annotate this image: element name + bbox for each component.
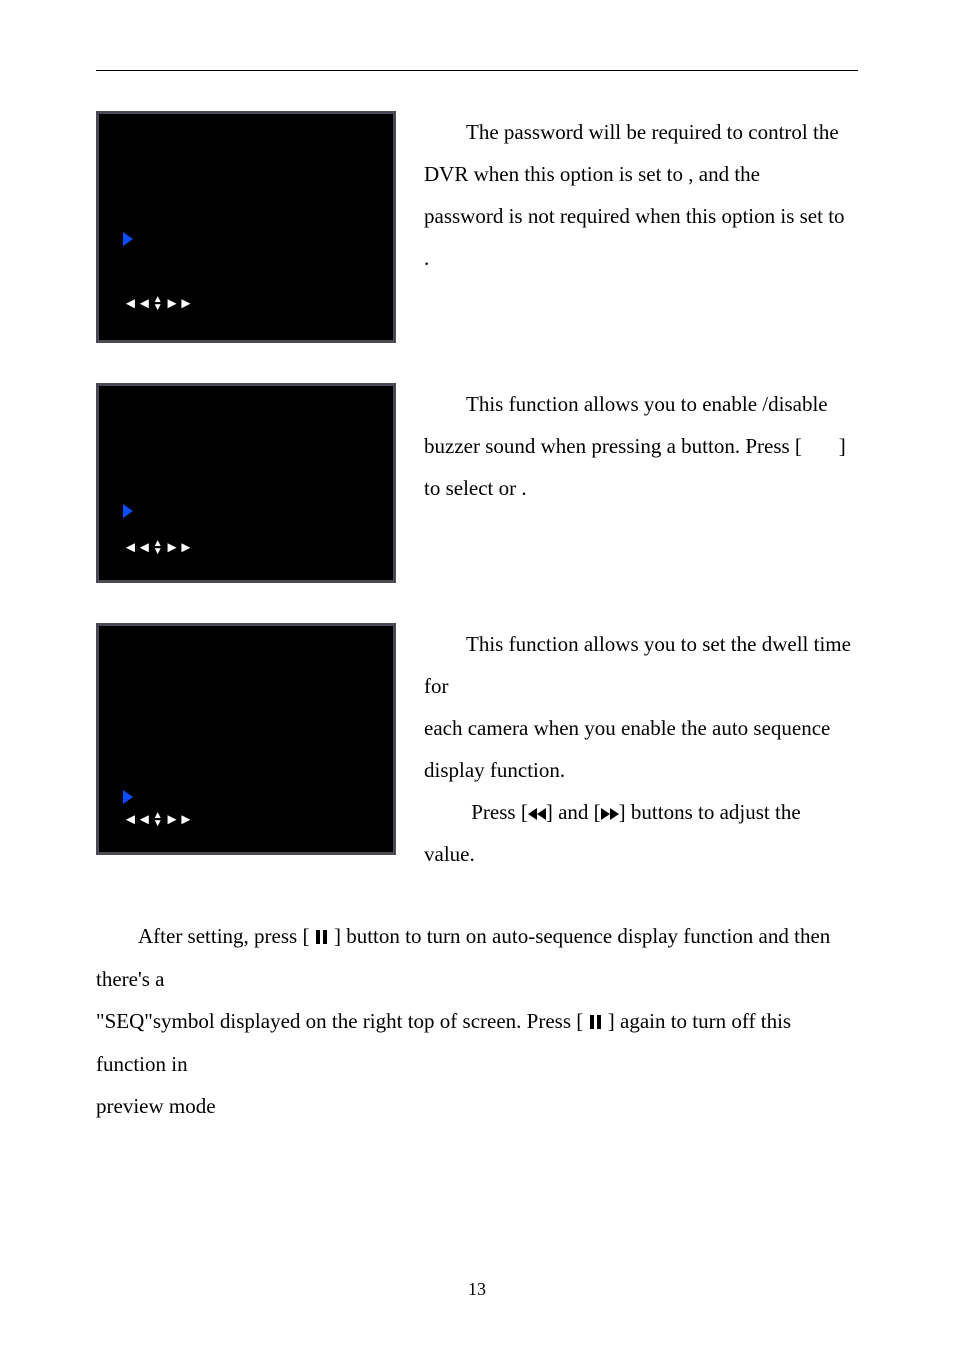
section-buzzer: ◄◄ ▲ ▼ ►► This function allows you to en… (96, 383, 858, 583)
text: buzzer sound when pressing a button. Pre… (424, 434, 802, 458)
down-icon: ▼ (153, 820, 163, 828)
dvr-screen-dwell: ◄◄ ▲ ▼ ►► (96, 623, 396, 855)
page-number: 13 (0, 1279, 954, 1300)
forward-icon: ►► (165, 541, 193, 555)
nav-widget: ◄◄ ▲ ▼ ►► (123, 540, 192, 556)
text: each camera when you enable the auto seq… (424, 707, 858, 749)
rewind-icon (537, 808, 546, 820)
cursor-arrow-icon (123, 790, 133, 809)
text: preview mode (96, 1085, 858, 1127)
keylock-description: The password will be required to control… (396, 111, 858, 279)
buzzer-description: This function allows you to enable /disa… (396, 383, 858, 509)
text: ] and [ (546, 800, 601, 824)
text: DVR when this option is set to , and the (424, 153, 858, 195)
text: . (424, 237, 858, 279)
pause-icon (315, 916, 329, 958)
forward-icon (610, 808, 619, 820)
nav-widget: ◄◄ ▲ ▼ ►► (123, 812, 192, 828)
text: This function allows you to enable /disa… (424, 383, 858, 425)
text: After setting, press [ (138, 924, 315, 948)
text: ] (839, 434, 846, 458)
forward-icon: ►► (165, 813, 193, 827)
text: This function allows you to set the dwel… (424, 623, 858, 707)
top-rule (96, 70, 858, 71)
pause-icon (589, 1001, 603, 1043)
rewind-icon: ◄◄ (123, 813, 151, 827)
text: "SEQ"symbol displayed on the right top o… (96, 1009, 589, 1033)
dvr-screen-keylock: ◄◄ ▲ ▼ ►► (96, 111, 396, 343)
text: The password will be required to control… (424, 111, 858, 153)
rewind-icon: ◄◄ (123, 297, 151, 311)
forward-icon: ►► (165, 297, 193, 311)
rewind-icon (528, 808, 537, 820)
text: password is not required when this optio… (424, 195, 858, 237)
section-keylock: ◄◄ ▲ ▼ ►► The password will be required … (96, 111, 858, 343)
text: ] buttons to adjust the (619, 800, 801, 824)
nav-widget: ◄◄ ▲ ▼ ►► (123, 296, 192, 312)
forward-icon (601, 808, 610, 820)
text: value. (424, 833, 858, 875)
cursor-arrow-icon (123, 232, 133, 251)
bottom-paragraph: After setting, press [ ] button to turn … (96, 915, 858, 1127)
dvr-screen-buzzer: ◄◄ ▲ ▼ ►► (96, 383, 396, 583)
blank-space (807, 434, 833, 458)
text: to select or . (424, 467, 858, 509)
down-icon: ▼ (153, 304, 163, 312)
text: display function. (424, 749, 858, 791)
section-dwell: ◄◄ ▲ ▼ ►► This function allows you to se… (96, 623, 858, 875)
down-icon: ▼ (153, 548, 163, 556)
page: ◄◄ ▲ ▼ ►► The password will be required … (0, 0, 954, 1350)
text: Press [ (471, 800, 528, 824)
rewind-icon: ◄◄ (123, 541, 151, 555)
dwell-description: This function allows you to set the dwel… (396, 623, 858, 875)
cursor-arrow-icon (123, 504, 133, 523)
